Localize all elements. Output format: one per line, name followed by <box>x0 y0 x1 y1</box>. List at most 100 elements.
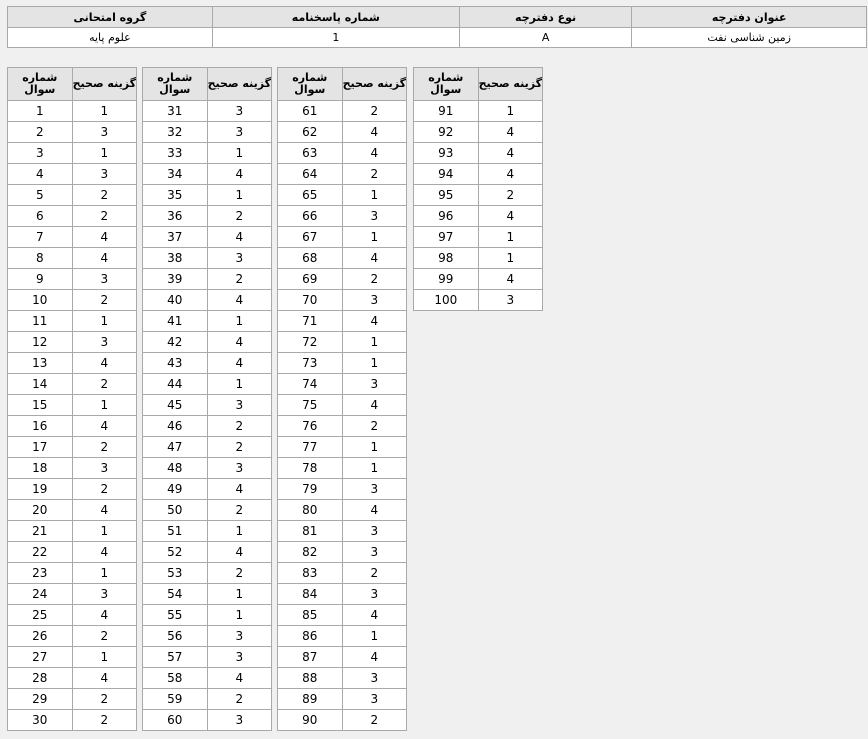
correct-option: 1 <box>206 310 273 332</box>
table-row: 65 1 <box>277 184 408 206</box>
correct-option: 1 <box>341 436 408 458</box>
correct-option: 2 <box>341 709 408 731</box>
correct-option: 2 <box>206 268 273 290</box>
correct-option: 2 <box>71 478 138 500</box>
table-row: 23 1 <box>7 562 138 584</box>
question-number-header: شماره سوال <box>7 67 73 101</box>
table-row: 92 4 <box>413 121 544 143</box>
correct-option: 2 <box>341 268 408 290</box>
correct-option: 2 <box>71 625 138 647</box>
table-row: 100 3 <box>413 289 544 311</box>
question-number: 51 <box>142 520 208 542</box>
correct-option: 2 <box>341 100 408 122</box>
table-row: 10 2 <box>7 289 138 311</box>
question-number: 33 <box>142 142 208 164</box>
correct-option: 4 <box>341 604 408 626</box>
table-row: 94 4 <box>413 163 544 185</box>
question-number: 50 <box>142 499 208 521</box>
correct-option: 4 <box>71 226 138 248</box>
question-number: 53 <box>142 562 208 584</box>
question-number: 89 <box>277 688 343 710</box>
correct-option: 3 <box>206 394 273 416</box>
question-number: 77 <box>277 436 343 458</box>
correct-option: 3 <box>341 289 408 311</box>
question-number: 64 <box>277 163 343 185</box>
question-number: 56 <box>142 625 208 647</box>
table-row: 43 4 <box>142 352 273 374</box>
answer-key-table-2: شماره سوال گزینه صحیح 31 3 32 3 33 1 34 4 35 1 36 2 37… <box>142 67 273 731</box>
table-row: 67 1 <box>277 226 408 248</box>
correct-option: 3 <box>341 373 408 395</box>
correct-option: 3 <box>206 709 273 731</box>
exam-group-header: گروه امتحانی <box>7 6 213 28</box>
table-row: 68 4 <box>277 247 408 269</box>
question-number: 66 <box>277 205 343 227</box>
question-number: 99 <box>413 268 479 290</box>
correct-option-header: گزینه صحیح <box>206 67 273 101</box>
correct-option: 4 <box>477 163 544 185</box>
table-row: 59 2 <box>142 688 273 710</box>
correct-option: 3 <box>206 457 273 479</box>
question-number: 83 <box>277 562 343 584</box>
correct-option: 1 <box>341 184 408 206</box>
table-row: 16 4 <box>7 415 138 437</box>
question-number: 41 <box>142 310 208 332</box>
question-number: 93 <box>413 142 479 164</box>
table-row: 72 1 <box>277 331 408 353</box>
correct-option: 3 <box>206 247 273 269</box>
question-number: 10 <box>7 289 73 311</box>
correct-option: 2 <box>206 436 273 458</box>
booklet-title-value: زمین شناسی نفت <box>631 27 867 48</box>
question-number: 97 <box>413 226 479 248</box>
table-row: 20 4 <box>7 499 138 521</box>
question-number: 9 <box>7 268 73 290</box>
correct-option: 3 <box>71 121 138 143</box>
answer-sheet-number-header: شماره پاسخنامه <box>211 6 460 28</box>
table-row: 77 1 <box>277 436 408 458</box>
correct-option: 3 <box>71 457 138 479</box>
table-row: 30 2 <box>7 709 138 731</box>
correct-option: 3 <box>206 625 273 647</box>
table-row: 52 4 <box>142 541 273 563</box>
question-number: 87 <box>277 646 343 668</box>
correct-option: 2 <box>341 562 408 584</box>
table-row: 43 <box>7 163 138 185</box>
table-row: 11 <box>7 100 138 122</box>
question-number: 26 <box>7 625 73 647</box>
table-row: 97 1 <box>413 226 544 248</box>
question-number: 84 <box>277 583 343 605</box>
question-number: 18 <box>7 457 73 479</box>
correct-option: 1 <box>341 457 408 479</box>
correct-option: 4 <box>341 121 408 143</box>
correct-option: 3 <box>71 163 138 185</box>
correct-option: 1 <box>477 226 544 248</box>
booklet-info-table: عنوان دفترچه نوع دفترچه شماره پاسخنامه گ… <box>7 6 867 48</box>
question-number: 78 <box>277 457 343 479</box>
question-number: 90 <box>277 709 343 731</box>
table-row: 84 <box>7 247 138 269</box>
table-row: 46 2 <box>142 415 273 437</box>
correct-option: 4 <box>71 667 138 689</box>
correct-option: 1 <box>341 331 408 353</box>
correct-option-header: گزینه صحیح <box>341 67 408 101</box>
correct-option: 4 <box>477 121 544 143</box>
question-number: 23 <box>7 562 73 584</box>
table-row: 88 3 <box>277 667 408 689</box>
table-row: 99 4 <box>413 268 544 290</box>
table-row: 80 4 <box>277 499 408 521</box>
question-number: 74 <box>277 373 343 395</box>
question-number: 61 <box>277 100 343 122</box>
table-row: 63 4 <box>277 142 408 164</box>
correct-option: 2 <box>341 163 408 185</box>
question-number: 81 <box>277 520 343 542</box>
question-number: 16 <box>7 415 73 437</box>
question-number: 58 <box>142 667 208 689</box>
correct-option: 1 <box>341 352 408 374</box>
answer-key-table-4: شماره سوال گزینه صحیح 91 1 92 4 93 4 94 4 95 2 96 4 97… <box>413 67 544 311</box>
key-header-row: شماره سوال گزینه صحیح <box>142 67 273 101</box>
correct-option: 1 <box>206 604 273 626</box>
table-row: 18 3 <box>7 457 138 479</box>
table-row: 14 2 <box>7 373 138 395</box>
question-number: 24 <box>7 583 73 605</box>
correct-option: 3 <box>341 541 408 563</box>
